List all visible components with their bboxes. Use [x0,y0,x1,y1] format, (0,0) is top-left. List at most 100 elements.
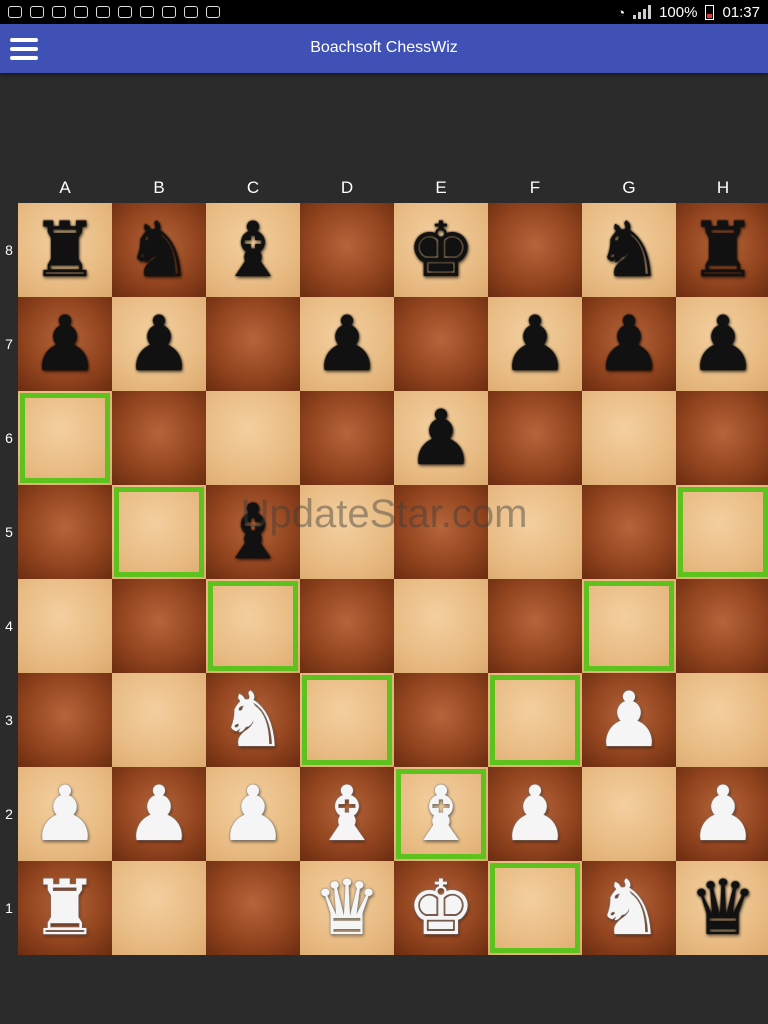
black-pawn-piece[interactable]: ♟ [125,306,193,382]
square-a4[interactable] [18,579,112,673]
square-d6[interactable] [300,391,394,485]
square-f5[interactable] [488,485,582,579]
square-f3[interactable] [488,673,582,767]
square-a6[interactable] [18,391,112,485]
square-g1[interactable]: ♞ [582,861,676,955]
app-icon [162,6,176,18]
black-pawn-piece[interactable]: ♟ [501,306,569,382]
square-e8[interactable]: ♚ [394,203,488,297]
white-knight-piece[interactable]: ♞ [219,682,287,758]
white-queen-piece[interactable]: ♛ [313,870,381,946]
square-b7[interactable]: ♟ [112,297,206,391]
black-queen-piece[interactable]: ♛ [689,870,757,946]
white-bishop-piece[interactable]: ♝ [407,776,475,852]
square-a8[interactable]: ♜ [18,203,112,297]
white-rook-piece[interactable]: ♜ [31,870,99,946]
column-label-c: C [246,178,260,197]
square-h8[interactable]: ♜ [676,203,768,297]
row-labels: 8 7 6 5 4 3 2 1 [0,203,18,955]
square-d4[interactable] [300,579,394,673]
black-pawn-piece[interactable]: ♟ [689,306,757,382]
square-g8[interactable]: ♞ [582,203,676,297]
square-b6[interactable] [112,391,206,485]
square-b2[interactable]: ♟ [112,767,206,861]
black-bishop-piece[interactable]: ♝ [219,212,287,288]
square-a1[interactable]: ♜ [18,861,112,955]
whatsapp-icon [8,6,22,18]
white-knight-piece[interactable]: ♞ [595,870,663,946]
square-g2[interactable] [582,767,676,861]
black-rook-piece[interactable]: ♜ [31,212,99,288]
column-label-b: B [153,178,165,197]
square-d7[interactable]: ♟ [300,297,394,391]
square-e7[interactable] [394,297,488,391]
square-c8[interactable]: ♝ [206,203,300,297]
black-pawn-piece[interactable]: ♟ [595,306,663,382]
row-label-2: 2 [5,806,13,822]
square-c2[interactable]: ♟ [206,767,300,861]
square-g6[interactable] [582,391,676,485]
square-c6[interactable] [206,391,300,485]
square-d1[interactable]: ♛ [300,861,394,955]
square-g3[interactable]: ♟ [582,673,676,767]
square-h4[interactable] [676,579,768,673]
square-a2[interactable]: ♟ [18,767,112,861]
square-g5[interactable] [582,485,676,579]
white-bishop-piece[interactable]: ♝ [313,776,381,852]
square-b3[interactable] [112,673,206,767]
black-knight-piece[interactable]: ♞ [595,212,663,288]
square-a5[interactable] [18,485,112,579]
square-d5[interactable] [300,485,394,579]
square-h2[interactable]: ♟ [676,767,768,861]
black-knight-piece[interactable]: ♞ [125,212,193,288]
square-c4[interactable] [206,579,300,673]
square-e1[interactable]: ♚ [394,861,488,955]
square-h3[interactable] [676,673,768,767]
square-c1[interactable] [206,861,300,955]
square-b5[interactable] [112,485,206,579]
square-d2[interactable]: ♝ [300,767,394,861]
square-h1[interactable]: ♛ [676,861,768,955]
black-pawn-piece[interactable]: ♟ [31,306,99,382]
white-pawn-piece[interactable]: ♟ [501,776,569,852]
black-king-piece[interactable]: ♚ [407,212,475,288]
square-e3[interactable] [394,673,488,767]
black-rook-piece[interactable]: ♜ [689,212,757,288]
square-a3[interactable] [18,673,112,767]
square-g7[interactable]: ♟ [582,297,676,391]
square-f6[interactable] [488,391,582,485]
square-d3[interactable] [300,673,394,767]
black-pawn-piece[interactable]: ♟ [313,306,381,382]
white-king-piece[interactable]: ♚ [407,870,475,946]
white-pawn-piece[interactable]: ♟ [31,776,99,852]
square-d8[interactable] [300,203,394,297]
square-h5[interactable] [676,485,768,579]
square-b1[interactable] [112,861,206,955]
square-h7[interactable]: ♟ [676,297,768,391]
square-f1[interactable] [488,861,582,955]
square-e4[interactable] [394,579,488,673]
square-b8[interactable]: ♞ [112,203,206,297]
white-pawn-piece[interactable]: ♟ [219,776,287,852]
square-f2[interactable]: ♟ [488,767,582,861]
square-f4[interactable] [488,579,582,673]
app-icon [118,6,132,18]
square-c5[interactable]: ♝ [206,485,300,579]
black-bishop-piece[interactable]: ♝ [219,494,287,570]
square-e6[interactable]: ♟ [394,391,488,485]
white-pawn-piece[interactable]: ♟ [125,776,193,852]
square-f7[interactable]: ♟ [488,297,582,391]
square-b4[interactable] [112,579,206,673]
square-a7[interactable]: ♟ [18,297,112,391]
square-h6[interactable] [676,391,768,485]
square-c7[interactable] [206,297,300,391]
square-f8[interactable] [488,203,582,297]
square-g4[interactable] [582,579,676,673]
square-e2[interactable]: ♝ [394,767,488,861]
white-pawn-piece[interactable]: ♟ [689,776,757,852]
square-c3[interactable]: ♞ [206,673,300,767]
square-e5[interactable] [394,485,488,579]
black-pawn-piece[interactable]: ♟ [407,400,475,476]
white-pawn-piece[interactable]: ♟ [595,682,663,758]
column-label-a: A [59,178,71,197]
